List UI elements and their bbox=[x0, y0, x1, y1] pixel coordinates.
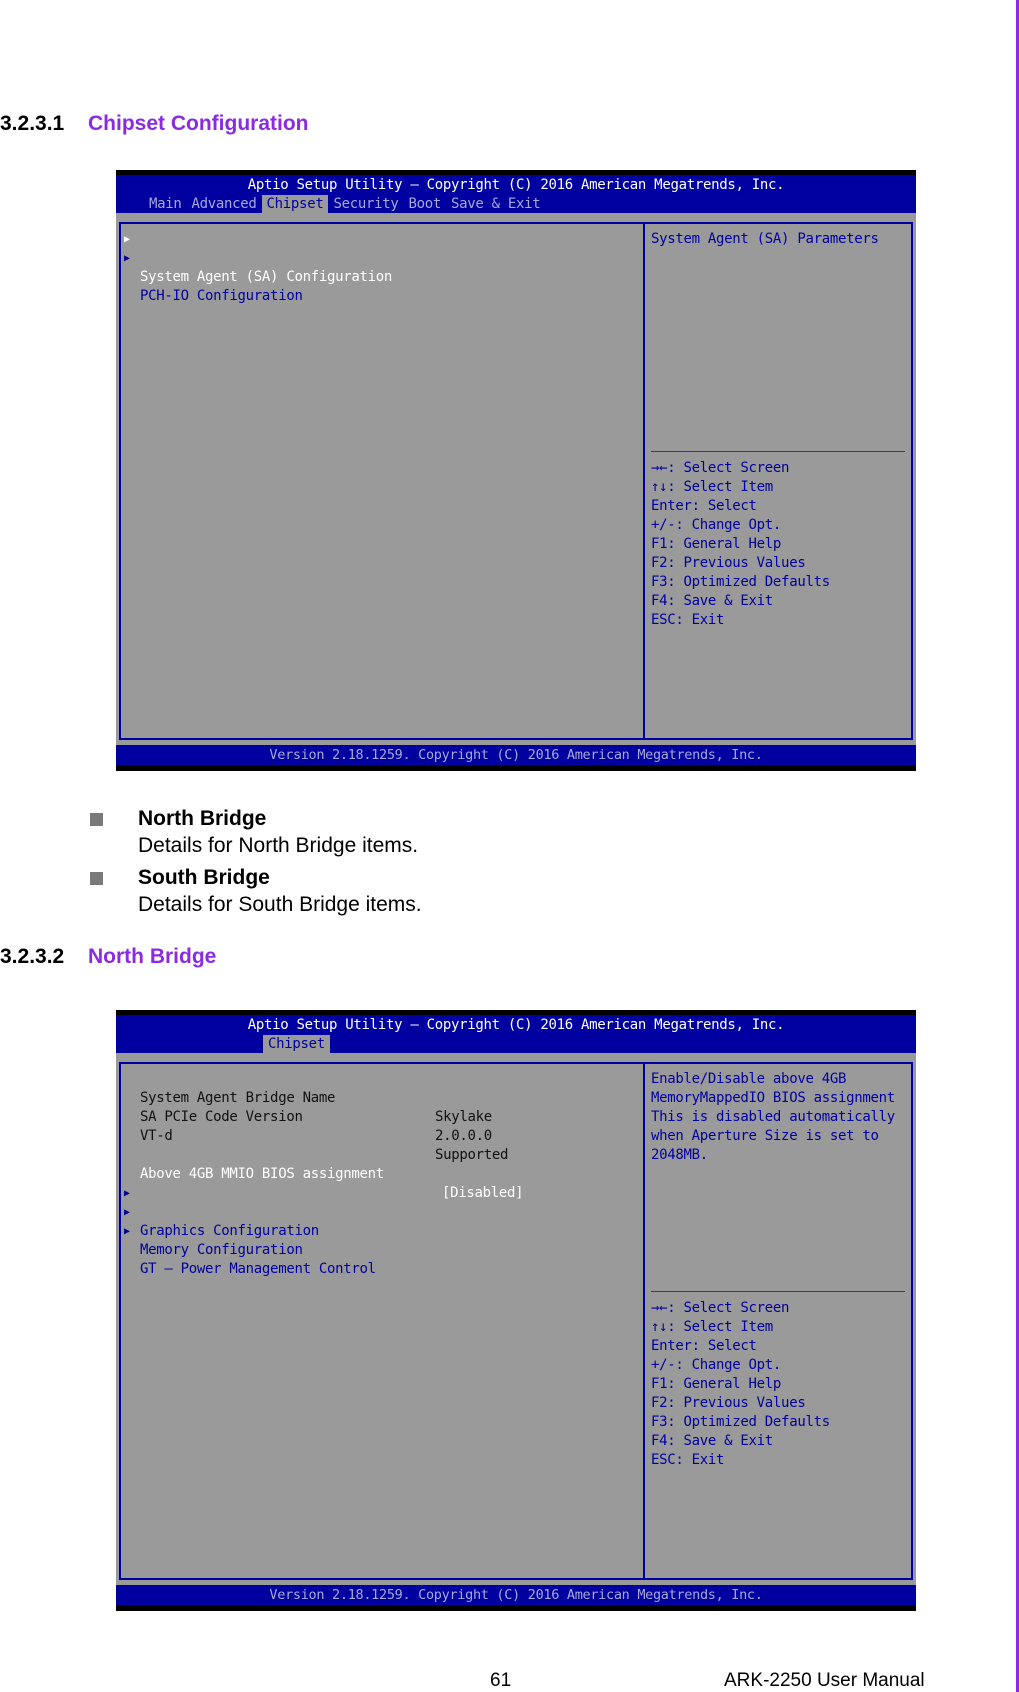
key-f4: F4: Save & Exit bbox=[651, 593, 773, 609]
bullet-north-bridge: North Bridge Details for North Bridge it… bbox=[88, 805, 788, 860]
bios-help-panel: System Agent (SA) Parameters bbox=[651, 230, 909, 249]
bios-bottom-band bbox=[116, 1605, 916, 1611]
bullet-list: North Bridge Details for North Bridge it… bbox=[88, 805, 788, 923]
bullet-square-icon bbox=[90, 872, 103, 885]
key-f1: F1: General Help bbox=[651, 1376, 782, 1392]
bios-title: Aptio Setup Utility – Copyright (C) 2016… bbox=[247, 1017, 785, 1033]
key-change-opt: +/-: Change Opt. bbox=[651, 1357, 782, 1373]
bios-title: Aptio Setup Utility – Copyright (C) 2016… bbox=[247, 177, 785, 193]
tab-security[interactable]: Security bbox=[328, 195, 403, 213]
key-change-opt: +/-: Change Opt. bbox=[651, 517, 782, 533]
tab-boot[interactable]: Boot bbox=[403, 195, 446, 213]
key-f2: F2: Previous Values bbox=[651, 555, 806, 571]
bullet-title: North Bridge bbox=[138, 807, 267, 830]
bios-tab-bar: Chipset bbox=[263, 1035, 330, 1053]
bullet-square-icon bbox=[90, 813, 103, 826]
menu-item-gt-power-management[interactable]: ▶ GT – Power Management Control bbox=[124, 1222, 634, 1277]
bullet-description: Details for North Bridge items. bbox=[138, 834, 419, 857]
menu-item-graphics-configuration[interactable]: ▶ Graphics Configuration bbox=[124, 1184, 634, 1239]
menu-item-memory-configuration[interactable]: ▶ Memory Configuration bbox=[124, 1203, 634, 1258]
key-f2: F2: Previous Values bbox=[651, 1395, 806, 1411]
bullet-south-bridge: South Bridge Details for South Bridge it… bbox=[88, 864, 788, 919]
info-row-system-agent-bridge-name: System Agent Bridge Name Skylake bbox=[140, 1090, 492, 1125]
submenu-arrow-icon: ▶ bbox=[124, 1207, 130, 1218]
section-number: 3.2.3.1 bbox=[0, 112, 65, 135]
menu-item-system-agent-configuration[interactable]: ▶ System Agent (SA) Configuration bbox=[124, 230, 634, 285]
submenu-arrow-icon: ▶ bbox=[124, 253, 130, 264]
bios-bottom-band bbox=[116, 765, 916, 771]
key-f3: F3: Optimized Defaults bbox=[651, 574, 830, 590]
key-select-screen: →←: Select Screen bbox=[651, 1300, 790, 1316]
help-text-line: MemoryMappedIO BIOS assignment bbox=[651, 1090, 895, 1106]
manual-title: ARK-2250 User Manual bbox=[724, 1670, 925, 1691]
help-text-line: This is disabled automatically bbox=[651, 1109, 895, 1125]
bios-screenshot-chipset: Aptio Setup Utility – Copyright (C) 2016… bbox=[116, 170, 916, 771]
menu-item-pch-io-configuration[interactable]: ▶ PCH-IO Configuration bbox=[124, 249, 634, 304]
tab-main[interactable]: Main bbox=[144, 195, 187, 213]
bios-settings-list: System Agent Bridge Name Skylake SA PCIe… bbox=[124, 1070, 634, 1277]
bios-tab-bar: Main Advanced Chipset Security Boot Save… bbox=[144, 195, 545, 213]
key-select-screen: →←: Select Screen bbox=[651, 460, 790, 476]
help-text-line: 2048MB. bbox=[651, 1147, 708, 1163]
bios-key-legend: →←: Select Screen ↑↓: Select Item Enter:… bbox=[651, 1299, 909, 1470]
tab-save-exit[interactable]: Save & Exit bbox=[446, 195, 545, 213]
bios-header: Aptio Setup Utility – Copyright (C) 2016… bbox=[116, 1015, 916, 1053]
section-heading-north-bridge: 3.2.3.2 North Bridge bbox=[0, 945, 216, 969]
tab-chipset[interactable]: Chipset bbox=[261, 195, 329, 213]
bios-footer: Version 2.18.1259. Copyright (C) 2016 Am… bbox=[116, 1585, 916, 1605]
submenu-arrow-icon: ▶ bbox=[124, 1226, 130, 1237]
tab-chipset[interactable]: Chipset bbox=[263, 1035, 330, 1053]
page-number: 61 bbox=[490, 1670, 512, 1691]
setting-above-4gb-mmio[interactable]: Above 4GB MMIO BIOS assignment [Disabled… bbox=[124, 1146, 634, 1201]
bullet-title: South Bridge bbox=[138, 866, 270, 889]
section-number: 3.2.3.2 bbox=[0, 945, 65, 968]
help-separator bbox=[651, 451, 905, 452]
section-title: North Bridge bbox=[88, 945, 217, 968]
key-enter: Enter: Select bbox=[651, 498, 757, 514]
section-heading-chipset-configuration: 3.2.3.1 Chipset Configuration bbox=[0, 112, 308, 136]
help-text: System Agent (SA) Parameters bbox=[651, 231, 879, 247]
key-enter: Enter: Select bbox=[651, 1338, 757, 1354]
tab-advanced[interactable]: Advanced bbox=[187, 195, 262, 213]
key-esc: ESC: Exit bbox=[651, 612, 725, 628]
info-row-sa-pcie-code-version: SA PCIe Code Version 2.0.0.0 bbox=[140, 1109, 492, 1144]
help-text-line: when Aperture Size is set to bbox=[651, 1128, 879, 1144]
bios-help-panel: Enable/Disable above 4GB MemoryMappedIO … bbox=[651, 1070, 909, 1165]
key-esc: ESC: Exit bbox=[651, 1452, 725, 1468]
submenu-arrow-icon: ▶ bbox=[124, 234, 130, 245]
submenu-arrow-icon: ▶ bbox=[124, 1188, 130, 1199]
help-separator bbox=[651, 1291, 905, 1292]
bios-panel-divider bbox=[643, 222, 645, 740]
bios-menu-list: ▶ System Agent (SA) Configuration ▶ PCH-… bbox=[124, 230, 634, 304]
key-f1: F1: General Help bbox=[651, 536, 782, 552]
bios-header: Aptio Setup Utility – Copyright (C) 2016… bbox=[116, 175, 916, 213]
help-text-line: Enable/Disable above 4GB bbox=[651, 1071, 847, 1087]
info-row-vt-d: VT-d Supported bbox=[140, 1128, 509, 1163]
key-select-item: ↑↓: Select Item bbox=[651, 479, 773, 495]
bios-screenshot-north-bridge: Aptio Setup Utility – Copyright (C) 2016… bbox=[116, 1010, 916, 1611]
key-select-item: ↑↓: Select Item bbox=[651, 1319, 773, 1335]
bullet-description: Details for South Bridge items. bbox=[138, 893, 422, 916]
key-f4: F4: Save & Exit bbox=[651, 1433, 773, 1449]
key-f3: F3: Optimized Defaults bbox=[651, 1414, 830, 1430]
bios-panel-divider bbox=[643, 1062, 645, 1580]
section-title: Chipset Configuration bbox=[88, 112, 309, 135]
bios-key-legend: →←: Select Screen ↑↓: Select Item Enter:… bbox=[651, 459, 909, 630]
bios-footer: Version 2.18.1259. Copyright (C) 2016 Am… bbox=[116, 745, 916, 765]
